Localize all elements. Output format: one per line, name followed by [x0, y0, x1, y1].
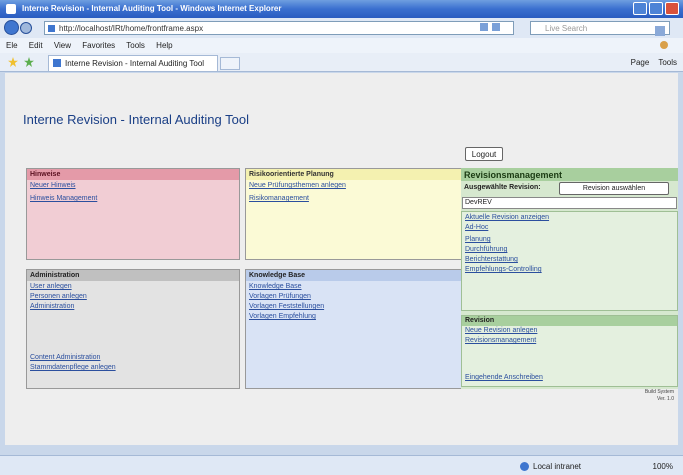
page-content: Interne Revision - Internal Auditing Too…	[5, 73, 678, 445]
search-placeholder: Live Search	[545, 24, 588, 33]
search-input[interactable]: Live Search	[530, 21, 670, 36]
selected-revision-field[interactable]: DevREV	[462, 197, 677, 209]
version-line-1: Build System	[644, 389, 674, 395]
link-empfehlungs-controlling[interactable]: Empfehlungs-Controlling	[465, 266, 677, 273]
link-user-anlegen[interactable]: User anlegen	[30, 283, 239, 290]
minimize-button[interactable]	[633, 2, 647, 15]
selected-revision-row: Ausgewählte Revision: Revision auswählen	[461, 181, 678, 196]
revision-links: Aktuelle Revision anzeigen Ad-Hoc Planun…	[461, 211, 678, 311]
menu-tools[interactable]: Tools	[126, 41, 145, 50]
page-title: Interne Revision - Internal Auditing Too…	[23, 112, 249, 127]
revisionsmanagement-header: Revisionsmanagement	[461, 168, 678, 181]
page-menu[interactable]: Page	[631, 58, 650, 67]
link-vorlagen-feststellungen[interactable]: Vorlagen Feststellungen	[249, 303, 464, 310]
link-vorlagen-empfehlung[interactable]: Vorlagen Empfehlung	[249, 313, 464, 320]
link-ad-hoc[interactable]: Ad-Hoc	[465, 224, 677, 231]
planung-panel: Risikoorientierte Planung Neue Prüfungst…	[245, 168, 465, 260]
link-berichterstattung[interactable]: Berichterstattung	[465, 256, 677, 263]
link-personen-anlegen[interactable]: Personen anlegen	[30, 293, 239, 300]
new-tab-button[interactable]	[220, 57, 240, 70]
revision-select-button[interactable]: Revision auswählen	[559, 182, 669, 195]
refresh-icon[interactable]	[480, 23, 488, 31]
menu-bar: Ele Edit View Favorites Tools Help	[0, 38, 683, 53]
url-text: http://localhost/IRt/home/frontframe.asp…	[59, 24, 204, 33]
logout-button[interactable]: Logout	[465, 147, 503, 161]
url-input[interactable]: http://localhost/IRt/home/frontframe.asp…	[44, 21, 514, 35]
maximize-button[interactable]	[649, 2, 663, 15]
tab-bar: Interne Revision - Internal Auditing Too…	[0, 53, 683, 72]
link-administration[interactable]: Administration	[30, 303, 239, 310]
address-actions	[480, 23, 500, 31]
link-neue-pruefungsthemen[interactable]: Neue Prüfungsthemen anlegen	[249, 182, 464, 189]
zone-label: Local intranet	[533, 462, 582, 471]
window-title: Interne Revision - Internal Auditing Too…	[22, 4, 282, 13]
tab-title: Interne Revision - Internal Auditing Too…	[65, 59, 205, 68]
administration-header: Administration	[27, 270, 239, 281]
planung-header: Risikoorientierte Planung	[246, 169, 464, 180]
zoom-level[interactable]: 100%	[653, 462, 673, 471]
selected-revision-label: Ausgewählte Revision:	[464, 184, 541, 191]
knowledge-header: Knowledge Base	[246, 270, 464, 281]
administration-panel: Administration User anlegen Personen anl…	[26, 269, 240, 389]
search-icon[interactable]	[655, 26, 665, 36]
back-button[interactable]	[4, 20, 19, 35]
add-favorite-icon[interactable]	[24, 57, 34, 67]
link-vorlagen-pruefungen[interactable]: Vorlagen Prüfungen	[249, 293, 464, 300]
throbber-icon	[660, 41, 668, 49]
link-aktuelle-revision[interactable]: Aktuelle Revision anzeigen	[465, 214, 677, 221]
link-knowledge-base[interactable]: Knowledge Base	[249, 283, 464, 290]
tab-page-icon	[53, 59, 61, 67]
revision-header: Revision	[462, 316, 677, 326]
link-planung[interactable]: Planung	[465, 236, 677, 243]
tools-menu[interactable]: Tools	[658, 58, 677, 67]
version-line-2: Ver. 1.0	[657, 396, 674, 402]
knowledge-panel: Knowledge Base Knowledge Base Vorlagen P…	[245, 269, 465, 389]
forward-button[interactable]	[20, 22, 32, 34]
address-bar: http://localhost/IRt/home/frontframe.asp…	[0, 18, 683, 38]
close-button[interactable]	[665, 2, 679, 15]
command-bar: Page Tools	[631, 58, 677, 67]
menu-favorites[interactable]: Favorites	[82, 41, 115, 50]
revision-section: Revision Neue Revision anlegen Revisions…	[461, 315, 678, 387]
security-zone: Local intranet	[520, 462, 581, 471]
link-neue-revision[interactable]: Neue Revision anlegen	[465, 327, 677, 334]
link-content-administration[interactable]: Content Administration	[30, 354, 239, 361]
status-bar: Local intranet 100%	[0, 455, 683, 475]
link-stammdatenpflege[interactable]: Stammdatenpflege anlegen	[30, 364, 239, 371]
favorites-star-icon[interactable]	[8, 57, 18, 67]
link-eingehende-anschreiben[interactable]: Eingehende Anschreiben	[465, 374, 543, 381]
menu-edit[interactable]: Edit	[29, 41, 43, 50]
link-neuer-hinweis[interactable]: Neuer Hinweis	[30, 182, 239, 189]
link-durchfuehrung[interactable]: Durchführung	[465, 246, 677, 253]
version-info: Build System Ver. 1.0	[645, 389, 674, 403]
link-revisionsmanagement[interactable]: Revisionsmanagement	[465, 337, 677, 344]
revisionsmanagement-panel: Revisionsmanagement Ausgewählte Revision…	[461, 168, 678, 389]
window-titlebar: Interne Revision - Internal Auditing Too…	[0, 0, 683, 18]
page-icon	[48, 25, 55, 32]
link-hinweis-management[interactable]: Hinweis Management	[30, 195, 239, 202]
hinweise-header: Hinweise	[27, 169, 239, 180]
browser-tab[interactable]: Interne Revision - Internal Auditing Too…	[48, 55, 218, 71]
menu-view[interactable]: View	[54, 41, 71, 50]
window-controls	[633, 2, 679, 15]
menu-file[interactable]: Ele	[6, 41, 18, 50]
hinweise-panel: Hinweise Neuer Hinweis Hinweis Managemen…	[26, 168, 240, 260]
stop-icon[interactable]	[492, 23, 500, 31]
menu-help[interactable]: Help	[156, 41, 172, 50]
intranet-icon	[520, 462, 529, 471]
ie-icon	[6, 4, 16, 14]
link-risikomanagement[interactable]: Risikomanagement	[249, 195, 464, 202]
